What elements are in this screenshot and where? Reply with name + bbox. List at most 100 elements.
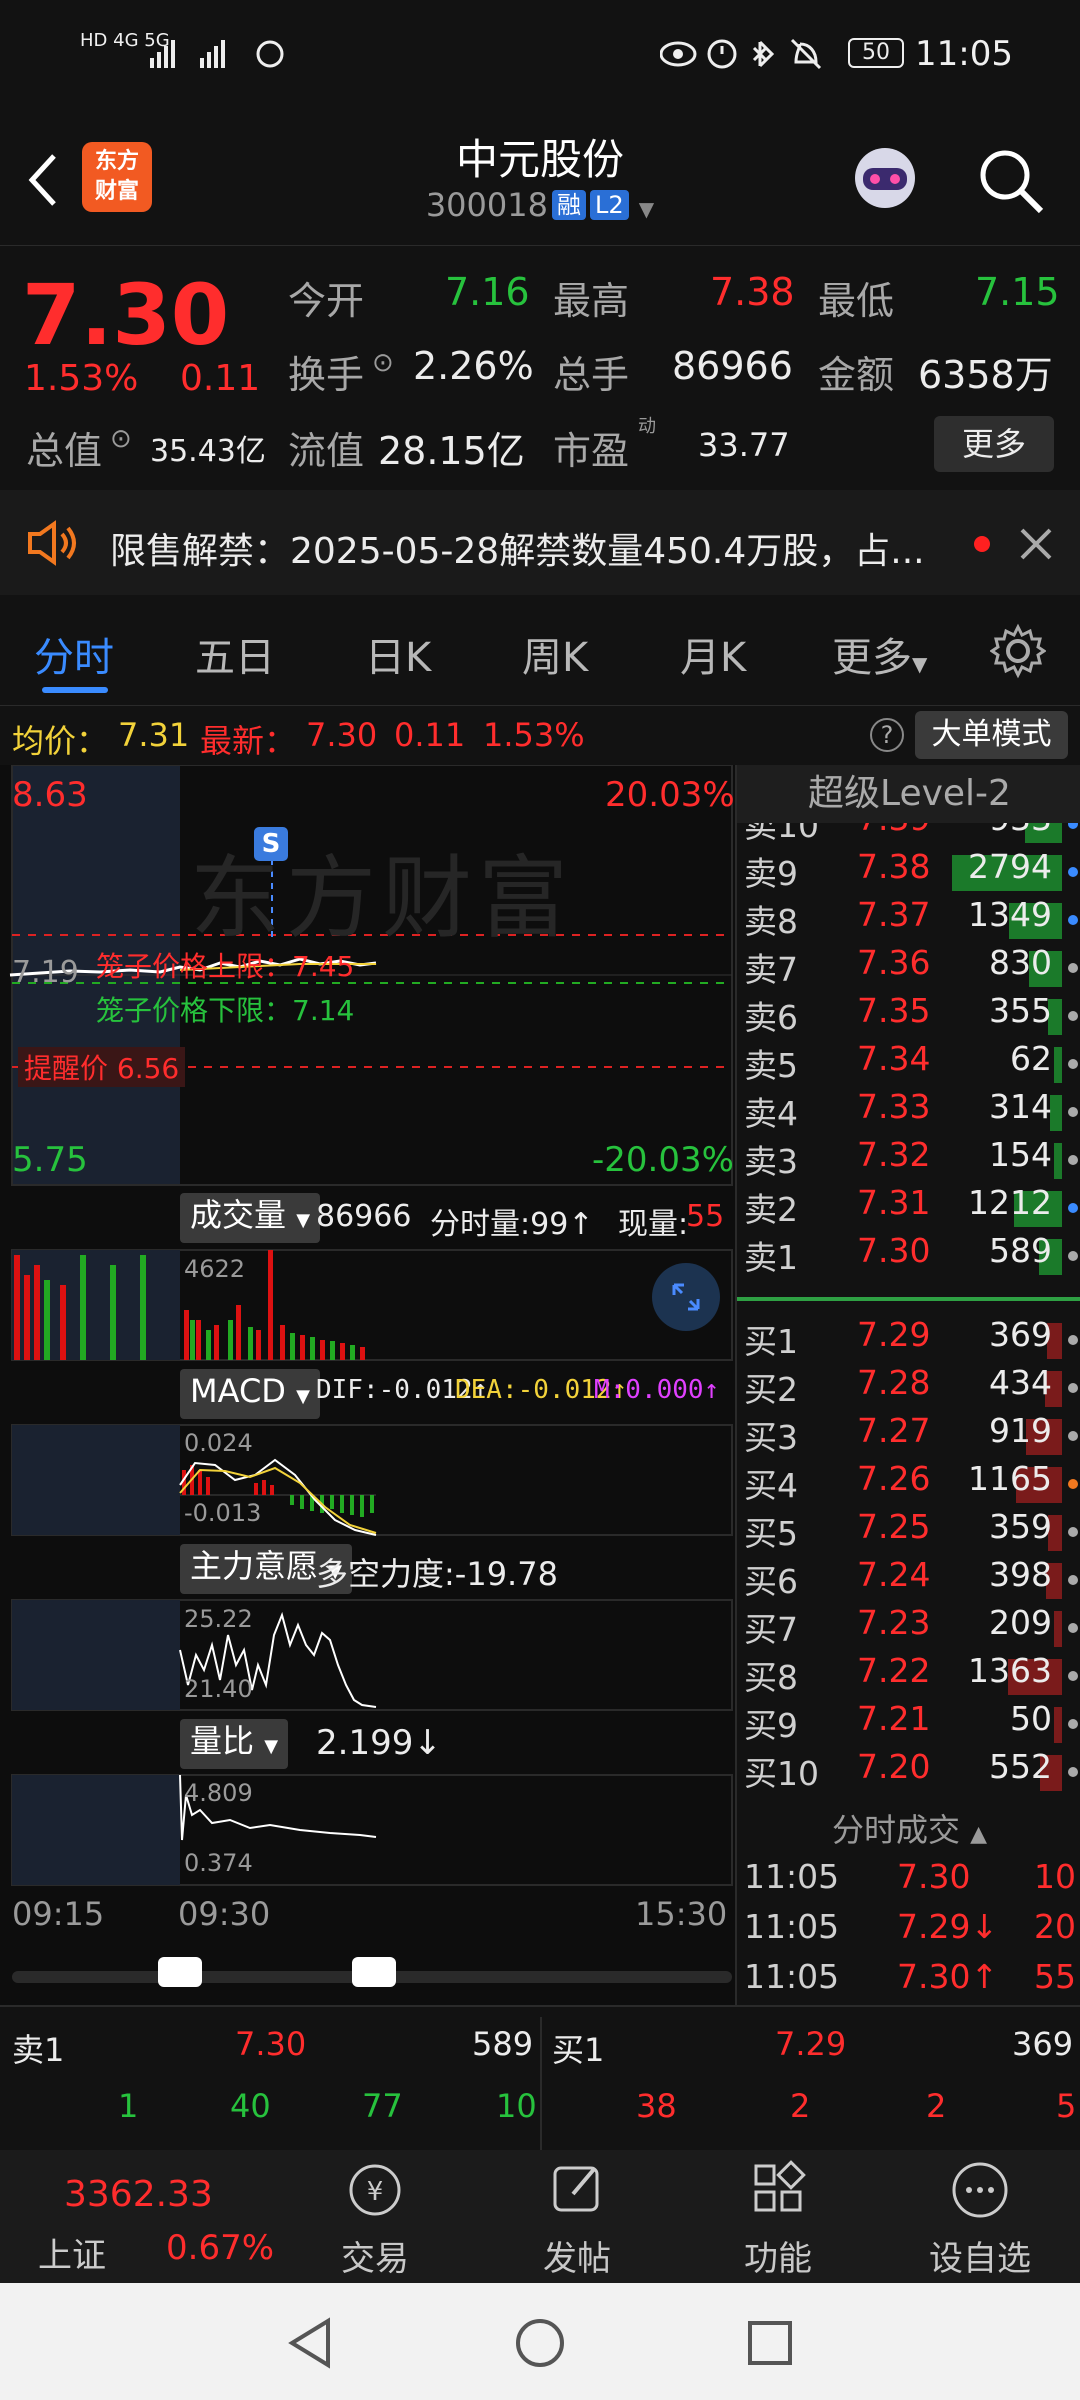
expand-chart-button[interactable] <box>652 1263 720 1331</box>
close-icon[interactable] <box>1018 526 1054 562</box>
ask-volume: 1349 <box>968 895 1052 934</box>
ask-marker-dot <box>1068 1155 1078 1165</box>
turnover-label: 换手 <box>288 353 365 397</box>
bid-level-row[interactable]: 买2 7.28 434 <box>737 1363 1080 1411</box>
nav-add-watchlist[interactable]: 设自选 <box>880 2150 1080 2283</box>
pe-label: 市盈 <box>553 429 630 473</box>
tab-more[interactable]: 更多▼ <box>832 625 927 683</box>
turnover-value: 2.26% <box>413 344 534 388</box>
robot-assistant-icon[interactable] <box>845 140 925 220</box>
nav-post[interactable]: 发帖 <box>477 2150 677 2283</box>
latest-pct: 1.53% <box>483 716 585 754</box>
back-triangle-icon[interactable] <box>280 2313 340 2373</box>
pe-value: 33.77 <box>698 426 790 464</box>
ask-level-row[interactable]: 卖1 7.30 589 <box>737 1231 1080 1279</box>
tick-trades-title[interactable]: 分时成交 ▲ <box>737 1805 1080 1851</box>
bottom-navigation: 3362.33 上证 0.67% ¥ 交易 发帖 功能 设自选 <box>0 2150 1080 2283</box>
last-price: 7.30 <box>22 266 230 364</box>
time-start: 09:15 <box>12 1895 105 1933</box>
ask-price: 7.30 <box>857 1231 931 1270</box>
ask-marker-dot <box>1068 1011 1078 1021</box>
ask-level-row[interactable]: 卖6 7.35 355 <box>737 991 1080 1039</box>
watermark: 东方财富 <box>190 846 574 951</box>
more-button[interactable]: 更多 <box>934 416 1054 472</box>
more-dots-icon <box>952 2162 1008 2218</box>
bid-level-row[interactable]: 买5 7.25 359 <box>737 1507 1080 1555</box>
bid-level-row[interactable]: 买7 7.23 209 <box>737 1603 1080 1651</box>
big-order-mode-button[interactable]: 大单模式 <box>915 711 1068 759</box>
ask-level-row[interactable]: 卖5 7.34 62 <box>737 1039 1080 1087</box>
tick-volume: 20 <box>1034 1907 1076 1946</box>
bid-label: 买6 <box>744 1562 798 1601</box>
tick-trade-row: 11:05 7.30↑ 55 <box>737 1957 1080 2005</box>
bid-level-row[interactable]: 买4 7.26 1165 <box>737 1459 1080 1507</box>
tab-5day[interactable]: 五日 <box>195 625 275 683</box>
bid-volume: 434 <box>989 1363 1052 1402</box>
sell-queue-3: 10 <box>496 2087 537 2125</box>
search-icon[interactable] <box>975 145 1047 217</box>
ask-level-row[interactable]: 卖10 7.39 933 <box>737 823 1080 847</box>
ask-level-row[interactable]: 卖7 7.36 830 <box>737 943 1080 991</box>
bid-label: 买8 <box>744 1658 798 1697</box>
bid-marker-dot <box>1068 1671 1078 1681</box>
recents-square-icon[interactable] <box>740 2313 800 2373</box>
status-icons <box>660 38 822 70</box>
bid-label: 买7 <box>744 1610 798 1649</box>
bid-level-row[interactable]: 买3 7.27 919 <box>737 1411 1080 1459</box>
sell-signal-marker[interactable]: S <box>254 827 288 861</box>
bid-level-row[interactable]: 买9 7.21 50 <box>737 1699 1080 1747</box>
help-icon[interactable]: ? <box>870 718 904 752</box>
nav-trade[interactable]: ¥ 交易 <box>275 2150 475 2283</box>
tick-price: 7.30↑ <box>897 1957 999 1996</box>
ask-level-row[interactable]: 卖2 7.31 1212 <box>737 1183 1080 1231</box>
tab-intraday[interactable]: 分时 <box>34 625 114 683</box>
bid-level-row[interactable]: 买6 7.24 398 <box>737 1555 1080 1603</box>
tick-volume: 55 <box>1034 1957 1076 1996</box>
ask-price: 7.31 <box>857 1183 931 1222</box>
index-ticker[interactable]: 3362.33 上证 0.67% <box>0 2150 300 2283</box>
ask-marker-dot <box>1068 1107 1078 1117</box>
ask-price: 7.37 <box>857 895 931 934</box>
home-circle-icon[interactable] <box>510 2313 570 2373</box>
buy-queue-1: 2 <box>790 2087 811 2125</box>
range-slider-right-handle[interactable] <box>352 1957 396 1987</box>
bid-volume-bar <box>1054 1611 1062 1647</box>
ask-level-row[interactable]: 卖9 7.38 2794 <box>737 847 1080 895</box>
bid-marker-dot <box>1068 1575 1078 1585</box>
bid-level-row[interactable]: 买10 7.20 552 <box>737 1747 1080 1795</box>
volume-indicator-chip[interactable]: 成交量 ▼ <box>180 1193 321 1243</box>
ask-level-row[interactable]: 卖4 7.33 314 <box>737 1087 1080 1135</box>
ask-label: 卖6 <box>744 998 798 1037</box>
ask-label: 卖7 <box>744 950 798 989</box>
ask-level-row[interactable]: 卖3 7.32 154 <box>737 1135 1080 1183</box>
tab-monthly-k[interactable]: 月K <box>680 625 746 683</box>
intraday-chart-area[interactable]: 8.63 20.03% 5.75 -20.03% 7.19 东方财富 笼子价格上… <box>0 765 735 2005</box>
macd-indicator-chip[interactable]: MACD ▼ <box>180 1369 320 1419</box>
alert-price-label[interactable]: 提醒价 6.56 <box>18 1047 186 1087</box>
ask-label: 卖8 <box>744 902 798 941</box>
gear-icon[interactable] <box>990 623 1046 679</box>
volume-ratio-chip[interactable]: 量比 ▼ <box>180 1719 289 1769</box>
turnover-info-icon[interactable]: ⊙ <box>372 348 394 378</box>
notice-bar[interactable]: 限售解禁：2025-05-28解禁数量450.4万股，占... <box>0 490 1080 595</box>
nav-functions[interactable]: 功能 <box>678 2150 878 2283</box>
tab-weekly-k[interactable]: 周K <box>522 625 588 683</box>
mktcap-info-icon[interactable]: ⊙ <box>110 424 132 454</box>
level2-title[interactable]: 超级Level-2 <box>737 765 1080 823</box>
order-book-panel: 超级Level-2 卖10 7.39 933 卖9 7.38 2794 卖8 7.37 1349… <box>735 765 1080 2005</box>
ask-level-row[interactable]: 卖8 7.37 1349 <box>737 895 1080 943</box>
chevron-up-icon: ▲ <box>970 1822 988 1847</box>
zl-top-label: 25.22 <box>184 1605 253 1633</box>
macd-m: M:0.000↑ <box>594 1375 720 1405</box>
bid-label: 买4 <box>744 1466 798 1505</box>
range-slider-left-handle[interactable] <box>158 1957 202 1987</box>
tick-time: 11:05 <box>744 1857 840 1896</box>
ask-volume: 589 <box>989 1231 1052 1270</box>
sell-queue-2: 77 <box>362 2087 403 2125</box>
change-abs: 0.11 <box>180 358 261 399</box>
bid-level-row[interactable]: 买8 7.22 1363 <box>737 1651 1080 1699</box>
bid-level-row[interactable]: 买1 7.29 369 <box>737 1315 1080 1363</box>
tab-daily-k[interactable]: 日K <box>365 625 431 683</box>
tick-trade-row: 11:05 7.29↓ 20 <box>737 1907 1080 1955</box>
bid-marker-dot <box>1068 1335 1078 1345</box>
